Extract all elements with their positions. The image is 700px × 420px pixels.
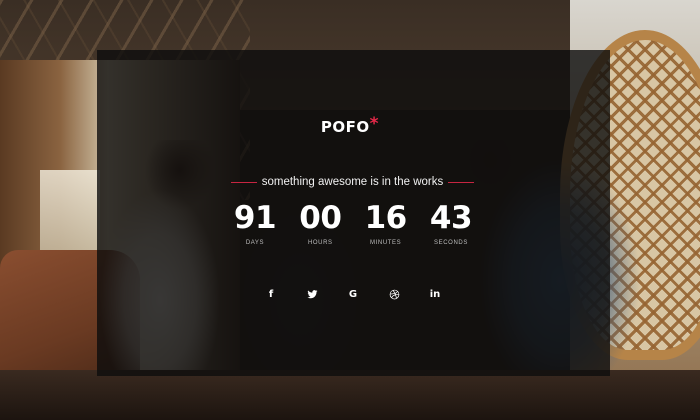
tagline-rule-right xyxy=(448,181,474,183)
countdown-minutes: 16 MINUTES xyxy=(359,201,413,251)
dribbble-ball xyxy=(389,289,399,299)
countdown-days-label: DAYS xyxy=(245,240,265,246)
countdown-seconds-value: 43 xyxy=(429,200,473,236)
tagline: something awesome is in the works xyxy=(261,176,444,188)
facebook-icon[interactable]: f xyxy=(263,286,279,302)
countdown-seconds-label: SECONDS xyxy=(434,240,468,246)
tagline-row: something awesome is in the works xyxy=(231,174,474,190)
facebook-glyph: f xyxy=(268,288,274,300)
brand-star-icon: * xyxy=(369,114,380,134)
twitter-bird xyxy=(306,289,318,298)
google-icon[interactable]: G xyxy=(345,286,361,302)
countdown-minutes-value: 16 xyxy=(364,200,408,236)
countdown-minutes-label: MINUTES xyxy=(370,240,402,246)
countdown-days-value: 91 xyxy=(233,200,277,236)
floor xyxy=(0,370,700,420)
countdown-hours-value: 00 xyxy=(299,200,342,236)
countdown-seconds: 43 SECONDS xyxy=(424,201,478,251)
dribbble-icon[interactable] xyxy=(386,286,402,302)
google-glyph: G xyxy=(348,288,358,300)
countdown-timer: 91 DAYS 00 HOURS 16 MINUTES 43 SECONDS xyxy=(228,201,478,251)
tagline-rule-left xyxy=(231,181,257,183)
twitter-icon[interactable] xyxy=(304,286,320,302)
brand-logo[interactable]: POFO* xyxy=(0,114,700,137)
brand-name: POFO xyxy=(320,118,370,136)
linkedin-icon[interactable]: in xyxy=(427,286,443,302)
countdown-days: 91 DAYS xyxy=(228,201,282,251)
linkedin-glyph: in xyxy=(429,288,441,300)
social-links: f G in xyxy=(263,286,443,302)
countdown-hours: 00 HOURS xyxy=(293,201,347,251)
countdown-hours-label: HOURS xyxy=(307,240,333,246)
